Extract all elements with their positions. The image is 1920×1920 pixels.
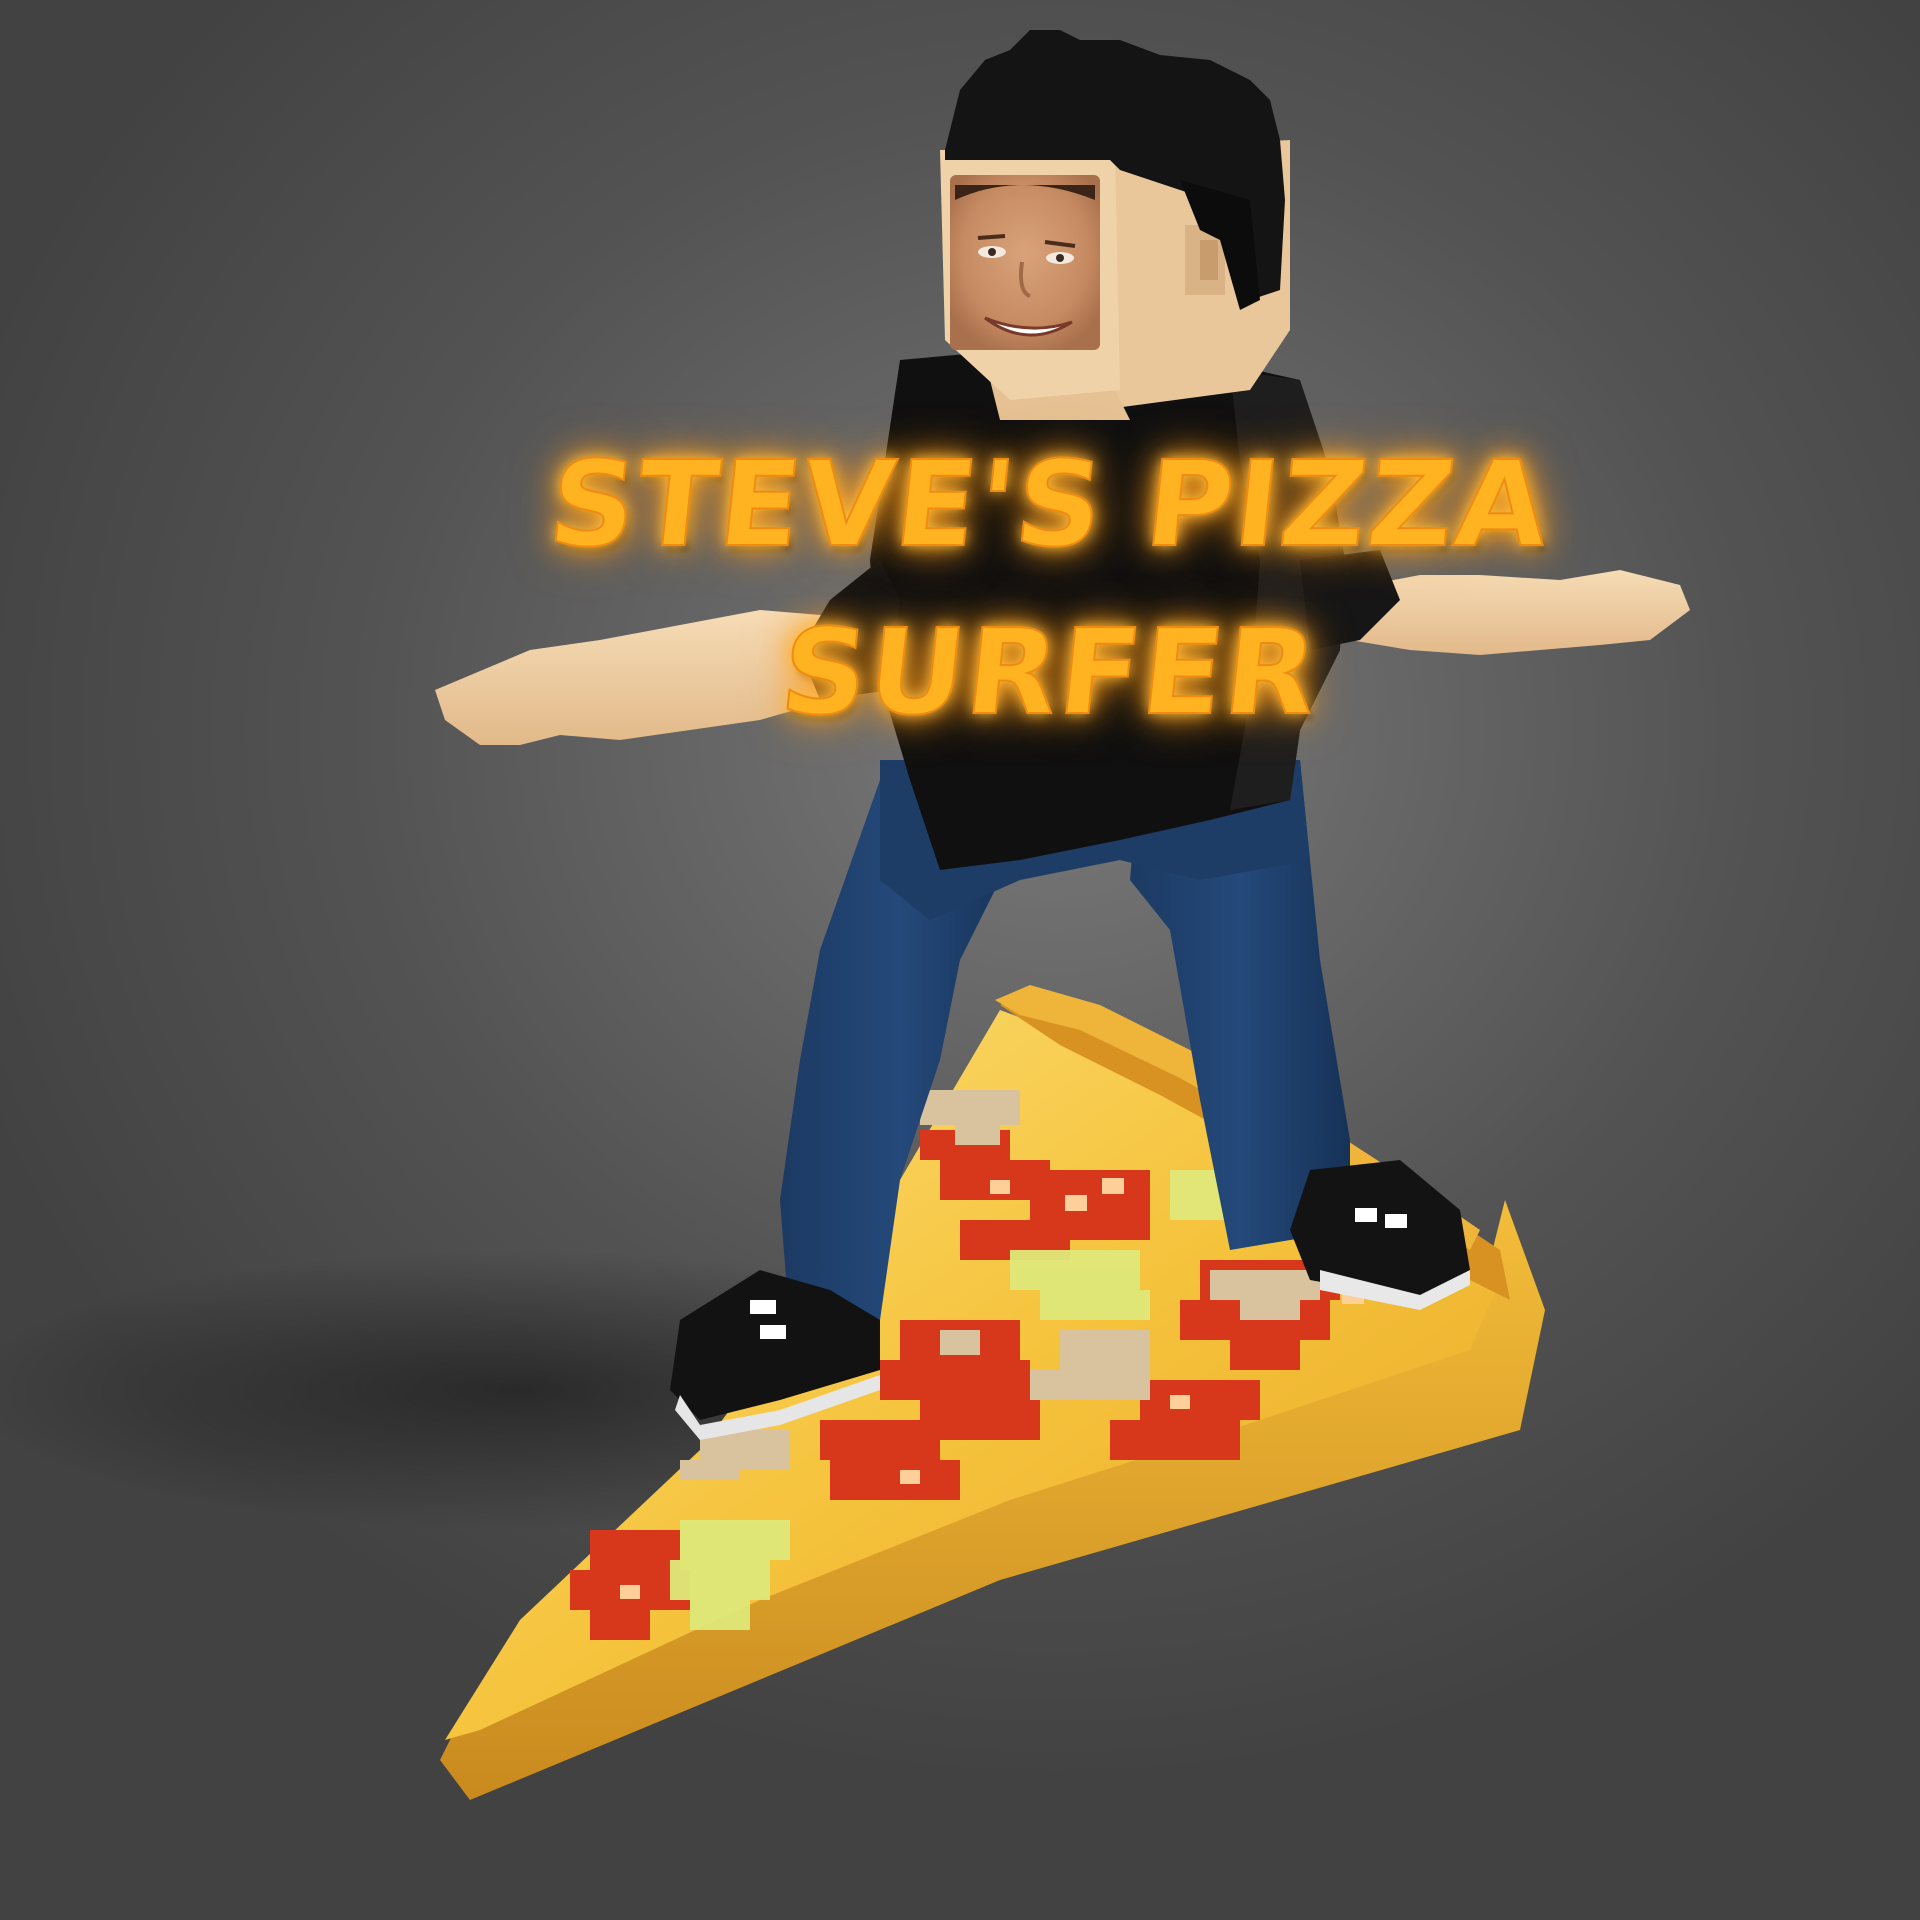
head [940,30,1290,420]
voxel-scene [0,30,1690,1800]
photo-face [950,175,1100,350]
left-sleeve [800,560,900,700]
game-scene: STEVE'S PIZZA SURFER [0,0,1920,1920]
